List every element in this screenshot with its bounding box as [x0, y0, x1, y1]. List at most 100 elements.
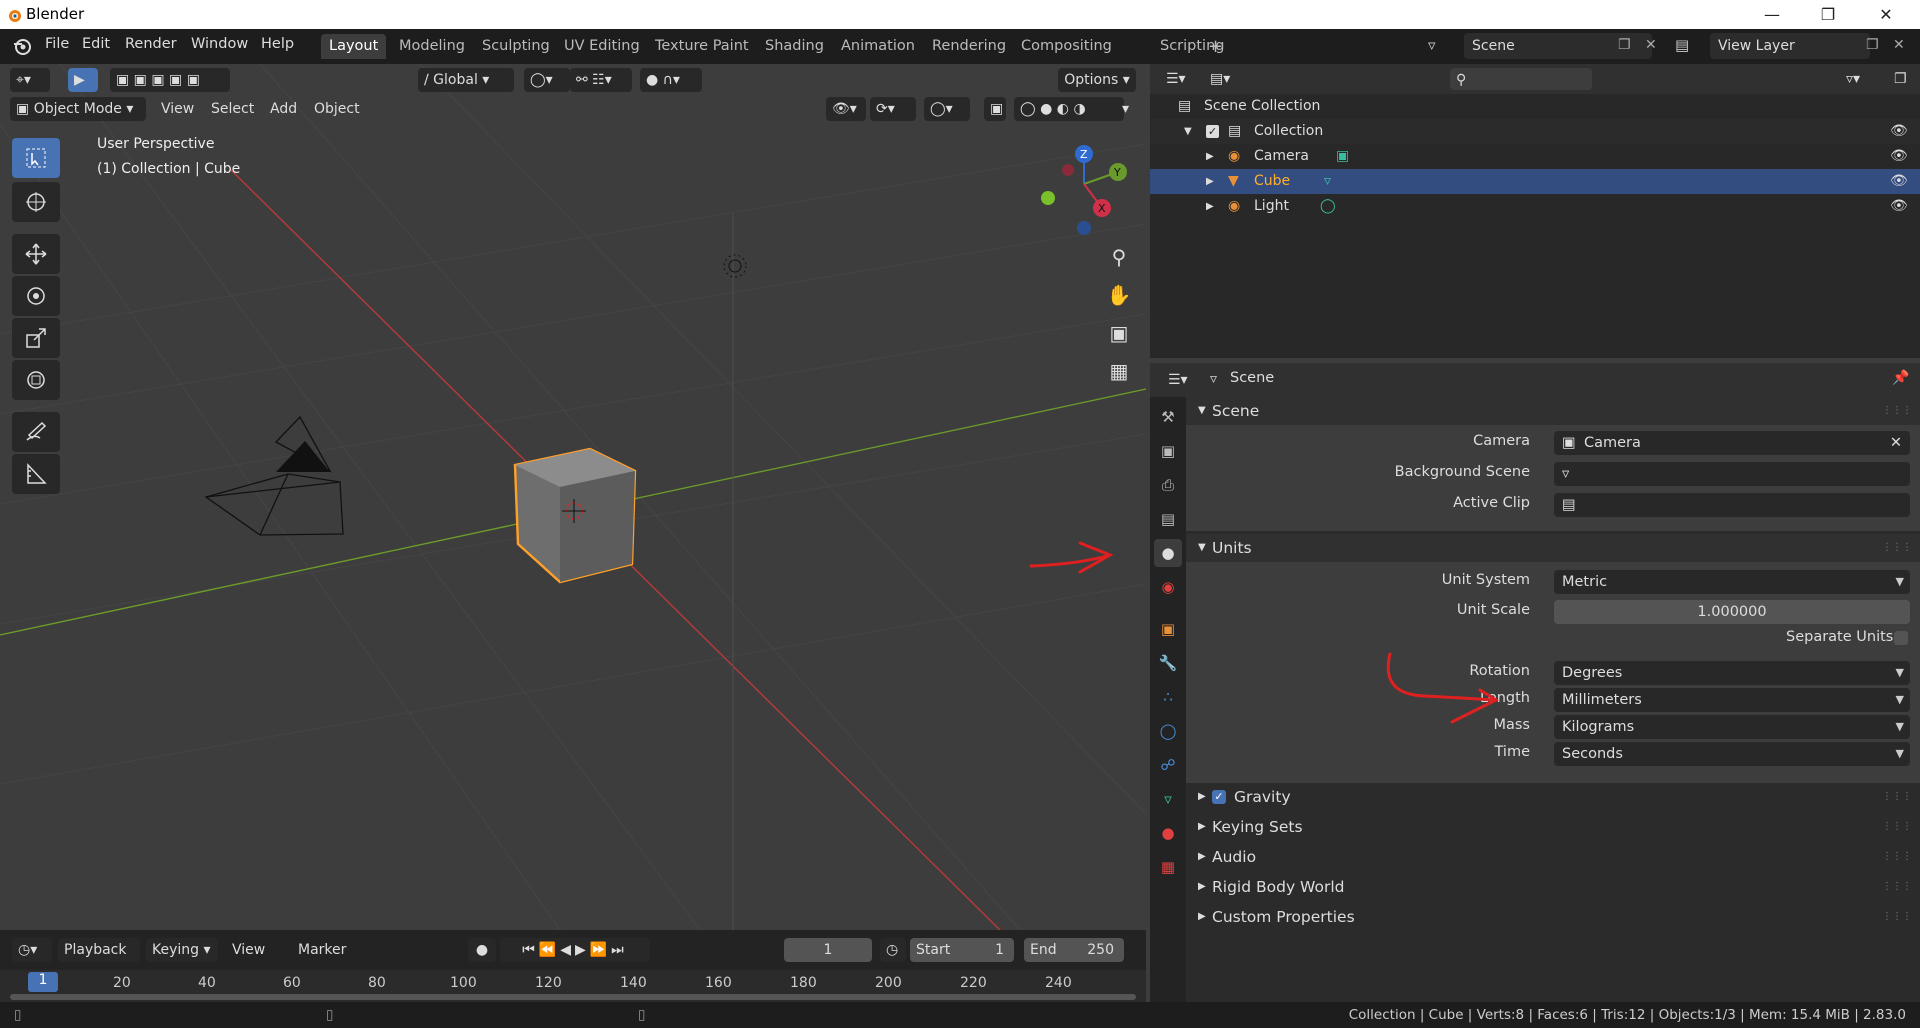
object-tab-icon[interactable]: ▣: [1154, 615, 1182, 643]
menu-render[interactable]: Render: [125, 36, 177, 52]
blender-menu-icon[interactable]: [12, 36, 32, 60]
playback-menu[interactable]: Playback ▾: [58, 938, 140, 982]
outliner-row-collection[interactable]: ▼ ✓ ▤ Collection 👁: [1150, 119, 1920, 144]
end-frame-field[interactable]: End 250: [1024, 938, 1124, 962]
view-layer-selector[interactable]: View Layer: [1710, 33, 1870, 59]
zoom-icon[interactable]: ⚲: [1102, 240, 1136, 274]
clear-camera-icon[interactable]: ✕: [1890, 431, 1902, 455]
separate-units-checkbox[interactable]: [1894, 631, 1908, 645]
properties-editor-type-icon[interactable]: ☰▾: [1162, 368, 1202, 392]
drag-grip-icon[interactable]: ⋮⋮⋮: [1882, 903, 1912, 931]
timeline-menu-marker[interactable]: Marker: [292, 938, 352, 962]
tab-uv-editing[interactable]: UV Editing: [556, 34, 648, 59]
overlay-toggle-icon[interactable]: ◯▾: [924, 97, 970, 121]
tab-texture-paint[interactable]: Texture Paint: [647, 34, 757, 59]
frame-clock-icon[interactable]: ◷: [880, 938, 906, 962]
rigid-body-world-panel-header[interactable]: ▶ Rigid Body World ⋮⋮⋮: [1186, 873, 1920, 901]
audio-panel-header[interactable]: ▶ Audio ⋮⋮⋮: [1186, 843, 1920, 871]
keying-menu[interactable]: Keying ▾: [146, 938, 218, 962]
gravity-checkbox[interactable]: ✓: [1212, 790, 1226, 804]
outliner-editor-type-icon[interactable]: ☰▾: [1160, 67, 1200, 91]
editor-type-button[interactable]: ⌖▾: [10, 68, 50, 92]
gizmo-toggle-icon[interactable]: ⟳▾: [870, 97, 916, 121]
eye-icon[interactable]: 👁: [1890, 144, 1908, 169]
camera-data-icon[interactable]: ▣: [1336, 144, 1349, 169]
drag-grip-icon[interactable]: ⋮⋮⋮: [1882, 813, 1912, 841]
physics-tab-icon[interactable]: ◯: [1154, 717, 1182, 745]
eye-icon[interactable]: 👁: [1890, 119, 1908, 144]
active-clip-field[interactable]: ▤: [1554, 493, 1910, 517]
pin-icon[interactable]: 📌: [1892, 370, 1909, 386]
material-tab-icon[interactable]: ●: [1154, 819, 1182, 847]
modifier-tab-icon[interactable]: 🔧: [1154, 649, 1182, 677]
shading-dropdown-icon[interactable]: ▾: [1116, 97, 1138, 121]
3d-viewport[interactable]: ⌖▾ ▶ ▣ ▣ ▣ ▣ ▣ ∕ Global ▾ ◯▾ ⚯ ☷▾ ● ∩▾ O…: [0, 64, 1146, 930]
constraints-tab-icon[interactable]: ☍: [1154, 751, 1182, 779]
viewport-menu-object[interactable]: Object: [308, 97, 366, 121]
eye-icon[interactable]: 👁: [1890, 169, 1908, 194]
eye-icon[interactable]: 👁: [1890, 194, 1908, 219]
timeline-ruler[interactable]: 1 20 40 60 80 100 120 140 160 180 200 22…: [0, 970, 1146, 994]
timeline-scrollbar[interactable]: [10, 994, 1136, 1000]
mass-select[interactable]: Kilograms ▼: [1554, 715, 1910, 739]
select-tool-icon[interactable]: ▶: [68, 68, 98, 92]
drag-grip-icon[interactable]: ⋮⋮⋮: [1882, 534, 1912, 562]
custom-properties-panel-header[interactable]: ▶ Custom Properties ⋮⋮⋮: [1186, 903, 1920, 931]
transform-tool-icon[interactable]: [12, 360, 60, 400]
properties-editor[interactable]: ☰▾ ▿ Scene 📌 ⚒ ▣ ⎙ ▤ ● ◉ ▣ 🔧 ∴ ◯ ☍ ▿ ● ▦…: [1150, 363, 1920, 1002]
display-mode-icon[interactable]: ▤▾: [1204, 67, 1244, 91]
scene-panel-header[interactable]: ▼ Scene ⋮⋮⋮: [1186, 397, 1920, 425]
visibility-icon[interactable]: 👁▾: [826, 97, 866, 121]
outliner-row-cube[interactable]: ▶ ▼ Cube ▿ 👁: [1150, 169, 1920, 194]
drag-grip-icon[interactable]: ⋮⋮⋮: [1882, 843, 1912, 871]
viewport-menu-add[interactable]: Add: [264, 97, 303, 121]
tool-tab-icon[interactable]: ⚒: [1154, 403, 1182, 431]
tab-rendering[interactable]: Rendering: [924, 34, 1014, 59]
expand-arrow-icon[interactable]: ▶: [1206, 144, 1214, 169]
drag-grip-icon[interactable]: ⋮⋮⋮: [1882, 873, 1912, 901]
camera-view-icon[interactable]: ▣: [1102, 316, 1136, 350]
menu-window[interactable]: Window: [191, 36, 248, 52]
tab-shading[interactable]: Shading: [757, 34, 832, 59]
scene-tab-icon[interactable]: ●: [1154, 539, 1182, 567]
outliner-search-input[interactable]: ⚲: [1450, 68, 1592, 90]
units-panel-header[interactable]: ▼ Units ⋮⋮⋮: [1186, 534, 1920, 562]
add-workspace-button[interactable]: +: [1200, 34, 1231, 59]
length-select[interactable]: Millimeters ▼: [1554, 688, 1910, 712]
expand-arrow-icon[interactable]: ▶: [1206, 169, 1214, 194]
unit-system-select[interactable]: Metric ▼: [1554, 570, 1910, 594]
scale-tool-icon[interactable]: [12, 318, 60, 358]
minimize-button[interactable]: —: [1744, 2, 1800, 28]
rotation-select[interactable]: Degrees ▼: [1554, 661, 1910, 685]
outliner-editor[interactable]: ☰▾ ▤▾ ⚲ ▿▾ ❐ ▤ Scene Collection ▼ ✓ ▤ Co…: [1150, 64, 1920, 358]
current-frame-marker[interactable]: 1: [28, 972, 58, 992]
ortho-grid-icon[interactable]: ▦: [1102, 354, 1136, 388]
playback-controls[interactable]: ⏮⏪◀▶⏩⏭: [500, 938, 650, 962]
proportional-edit-button[interactable]: ● ∩▾: [640, 68, 702, 92]
tab-sculpting[interactable]: Sculpting: [474, 34, 558, 59]
shading-mode-buttons[interactable]: ◯ ● ◐ ◑: [1014, 97, 1124, 121]
current-frame-field[interactable]: 1: [784, 938, 872, 962]
tab-modeling[interactable]: Modeling: [391, 34, 473, 59]
drag-grip-icon[interactable]: ⋮⋮⋮: [1882, 397, 1912, 425]
texture-tab-icon[interactable]: ▦: [1154, 853, 1182, 881]
menu-help[interactable]: Help: [261, 36, 294, 52]
camera-field[interactable]: ▣ Camera ✕: [1554, 431, 1910, 455]
outliner-row-light[interactable]: ▶ ◉ Light ◯ 👁: [1150, 194, 1920, 219]
tab-compositing[interactable]: Compositing: [1013, 34, 1120, 59]
object-mode-select[interactable]: ▣ Object Mode ▾: [10, 97, 146, 121]
output-tab-icon[interactable]: ⎙: [1154, 471, 1182, 499]
outliner-row-camera[interactable]: ▶ ◉ Camera ▣ 👁: [1150, 144, 1920, 169]
viewport-menu-select[interactable]: Select: [205, 97, 260, 121]
drag-grip-icon[interactable]: ⋮⋮⋮: [1882, 783, 1912, 811]
menu-edit[interactable]: Edit: [82, 36, 110, 52]
pan-hand-icon[interactable]: ✋: [1102, 278, 1136, 312]
particles-tab-icon[interactable]: ∴: [1154, 683, 1182, 711]
close-window-button[interactable]: ✕: [1858, 2, 1914, 28]
light-data-icon[interactable]: ◯: [1320, 194, 1336, 219]
tab-animation[interactable]: Animation: [833, 34, 923, 59]
measure-tool-icon[interactable]: [12, 454, 60, 494]
tab-layout[interactable]: Layout: [321, 34, 387, 59]
restore-button[interactable]: ❐: [1800, 2, 1856, 28]
cursor-tool-icon[interactable]: [12, 182, 60, 222]
